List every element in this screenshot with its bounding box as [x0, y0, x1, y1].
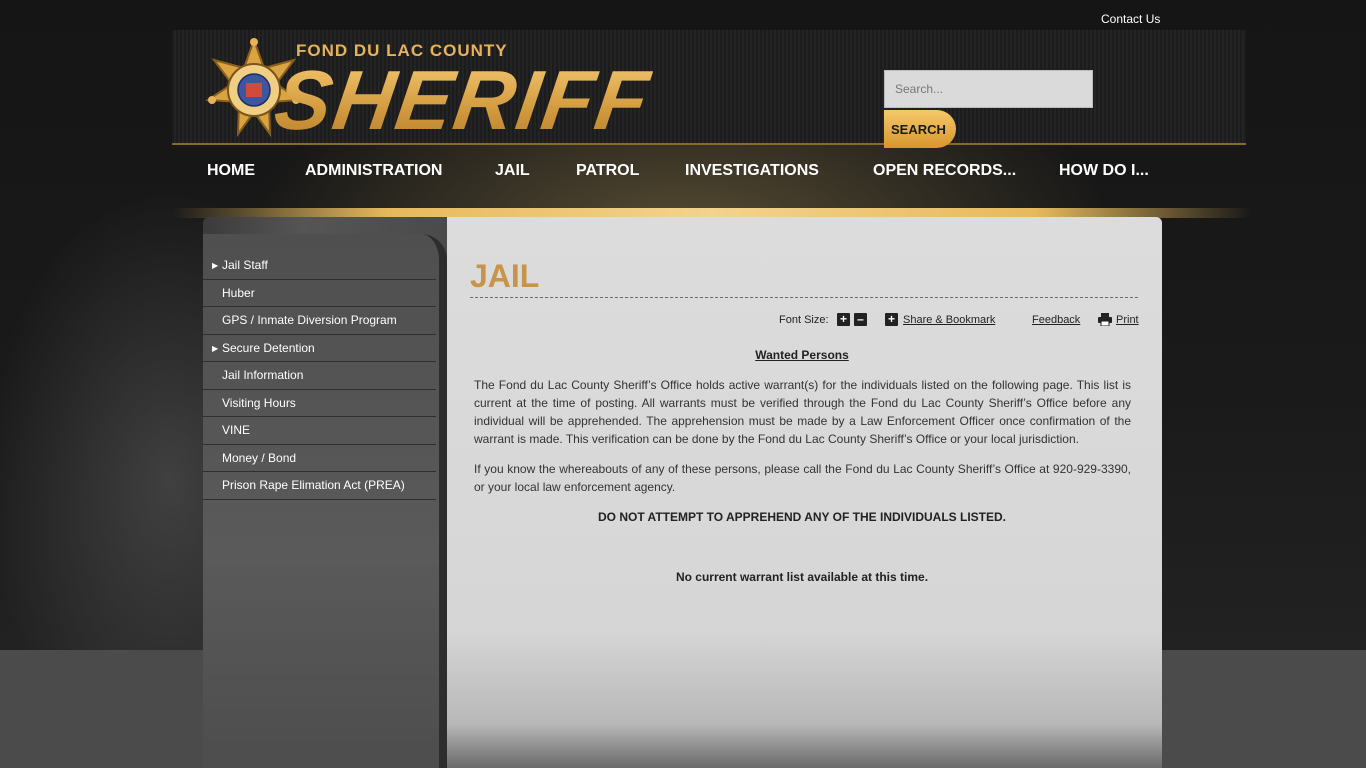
sidebar-item-jail-information[interactable]: Jail Information	[203, 362, 436, 390]
sidebar-item-huber[interactable]: Huber	[203, 280, 436, 307]
do-not-apprehend-warning: DO NOT ATTEMPT TO APPREHEND ANY OF THE I…	[597, 510, 1007, 524]
nav-open-records[interactable]: OPEN RECORDS...	[873, 162, 1016, 180]
sidebar-item-jail-staff[interactable]: ▶ Jail Staff	[203, 252, 436, 280]
contact-us-link[interactable]: Contact Us	[1101, 12, 1160, 26]
sidebar-item-money-bond[interactable]: Money / Bond	[203, 445, 436, 472]
main-nav: HOME ADMINISTRATION JAIL PATROL INVESTIG…	[0, 162, 1366, 186]
nav-home[interactable]: HOME	[207, 162, 255, 180]
nav-jail[interactable]: JAIL	[495, 162, 530, 180]
page-title: JAIL	[470, 258, 540, 294]
warrant-info-paragraph: The Fond du Lac County Sheriff’s Office …	[474, 378, 1131, 446]
share-bookmark-link[interactable]: Share & Bookmark	[903, 314, 995, 326]
sidebar-item-visiting-hours[interactable]: Visiting Hours	[203, 390, 436, 417]
sidebar-item-label: Secure Detention	[222, 340, 315, 355]
sidebar-item-label: VINE	[222, 423, 251, 437]
share-plus-icon[interactable]: +	[885, 313, 898, 326]
plus-icon[interactable]: +	[837, 313, 850, 326]
triangle-right-icon: ▶	[212, 261, 219, 270]
font-size-label: Font Size:	[779, 314, 829, 326]
sheriff-logo-text[interactable]: SHERIFF	[269, 52, 656, 148]
triangle-right-icon: ▶	[212, 343, 219, 353]
nav-patrol[interactable]: PATROL	[576, 162, 639, 180]
sidebar-menu: ▶ Jail Staff Huber GPS / Inmate Diversio…	[203, 252, 436, 500]
feedback-link[interactable]: Feedback	[1032, 314, 1080, 326]
title-divider	[470, 297, 1138, 298]
whereabouts-paragraph: If you know the whereabouts of any of th…	[474, 462, 1131, 494]
sidebar-item-label: Huber	[222, 285, 255, 300]
search-button[interactable]: SEARCH	[884, 110, 956, 148]
no-warrant-list-message: No current warrant list available at thi…	[675, 570, 929, 584]
sidebar-item-label: Jail Information	[222, 368, 304, 382]
print-link[interactable]: Print	[1116, 314, 1139, 326]
sidebar-item-label: Visiting Hours	[222, 395, 296, 410]
sidebar-item-label: Jail Staff	[222, 258, 268, 272]
sidebar-item-gps-inmate-diversion[interactable]: GPS / Inmate Diversion Program	[203, 307, 436, 335]
search-input[interactable]	[884, 70, 1093, 108]
sidebar-item-prea[interactable]: Prison Rape Elimation Act (PREA)	[203, 472, 436, 500]
minus-icon[interactable]: –	[854, 313, 867, 326]
printer-icon[interactable]	[1098, 313, 1112, 326]
sidebar-item-label: Money / Bond	[222, 450, 297, 465]
nav-administration[interactable]: ADMINISTRATION	[305, 162, 442, 180]
sidebar-item-secure-detention[interactable]: ▶ Secure Detention	[203, 335, 436, 362]
nav-investigations[interactable]: INVESTIGATIONS	[685, 162, 819, 180]
sidebar-item-label: Prison Rape Elimation Act (PREA)	[222, 478, 405, 492]
sidebar-item-vine[interactable]: VINE	[203, 417, 436, 445]
sidebar-item-label: GPS / Inmate Diversion Program	[222, 313, 397, 327]
nav-how-do-i[interactable]: HOW DO I...	[1059, 162, 1149, 180]
wanted-persons-heading: Wanted Persons	[755, 348, 849, 362]
